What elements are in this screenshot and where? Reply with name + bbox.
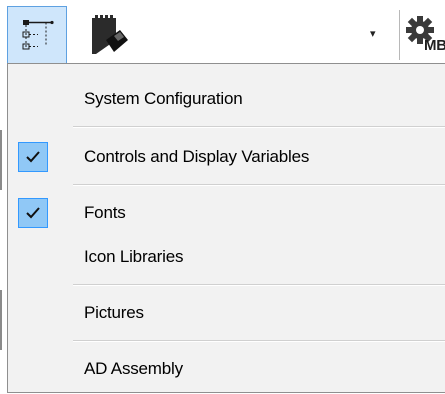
toolbar-separator: [399, 10, 400, 60]
menu-separator: [73, 340, 445, 342]
menu-item-controls-and-display-variables[interactable]: Controls and Display Variables: [8, 136, 445, 178]
menu-item-label: Controls and Display Variables: [84, 147, 310, 166]
menu-separator: [73, 126, 445, 128]
menu-item-label: Icon Libraries: [84, 247, 184, 266]
chevron-down-icon[interactable]: ▾: [370, 24, 376, 44]
view-dropdown-menu: System Configuration Controls and Displa…: [7, 63, 445, 393]
checkmark-icon: [26, 207, 40, 219]
window-edge: [0, 290, 2, 350]
checkmark-icon: [26, 151, 40, 163]
checkmark-box: [18, 142, 48, 172]
menu-item-pictures[interactable]: Pictures: [8, 292, 445, 334]
window-edge: [0, 130, 2, 190]
menu-item-label: System Configuration: [84, 89, 243, 108]
sd-card-icon: [92, 15, 128, 54]
toolbar: ▾ MB: [0, 0, 445, 68]
tree-view-button[interactable]: [7, 6, 67, 64]
settings-button[interactable]: MB: [406, 10, 445, 60]
settings-badge: MB: [424, 37, 445, 54]
menu-item-ad-assembly[interactable]: AD Assembly: [8, 348, 445, 390]
storage-combo[interactable]: ▾: [78, 4, 396, 66]
menu-separator: [73, 284, 445, 286]
checkmark-box: [18, 198, 48, 228]
menu-item-label: Fonts: [84, 203, 126, 222]
menu-item-fonts[interactable]: Fonts: [8, 192, 445, 234]
tree-structure-icon: [22, 20, 54, 50]
app-window: ▾ MB System Configuration Controls and D…: [0, 0, 445, 394]
menu-item-label: AD Assembly: [84, 359, 183, 378]
menu-item-icon-libraries[interactable]: Icon Libraries: [8, 236, 445, 278]
menu-item-label: Pictures: [84, 303, 144, 322]
menu-separator: [73, 184, 445, 186]
menu-item-system-configuration[interactable]: System Configuration: [8, 78, 445, 120]
